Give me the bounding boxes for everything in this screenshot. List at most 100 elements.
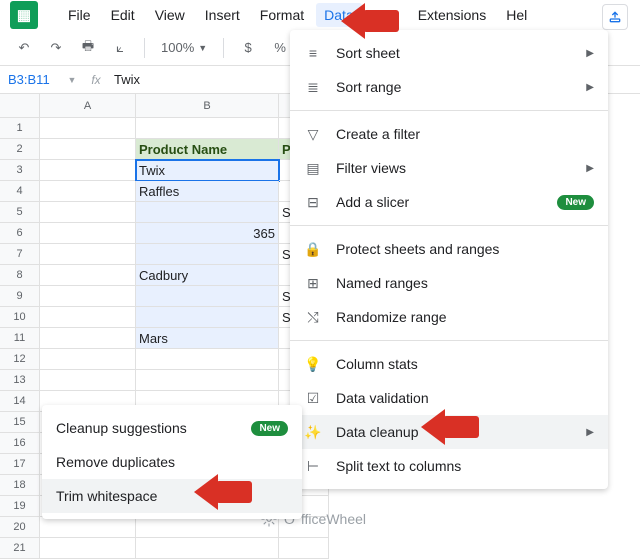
cell[interactable] (40, 328, 136, 349)
formula-bar[interactable]: Twix (108, 72, 140, 87)
menu-edit[interactable]: Edit (103, 3, 143, 27)
cell[interactable] (136, 307, 279, 328)
cell[interactable]: Mars (136, 328, 279, 349)
cell[interactable] (40, 307, 136, 328)
row-header[interactable]: 8 (0, 265, 40, 286)
row-header[interactable]: 5 (0, 202, 40, 223)
validation-icon: ☑ (304, 389, 322, 407)
annotation-arrow (216, 481, 252, 503)
chevron-right-icon: ▶ (586, 48, 594, 59)
mi-split-text[interactable]: ⊢Split text to columns (290, 449, 608, 483)
row-header[interactable]: 21 (0, 538, 40, 559)
named-ranges-icon: ⊞ (304, 274, 322, 292)
menu-view[interactable]: View (147, 3, 193, 27)
name-box[interactable]: B3:B11 (0, 72, 60, 87)
row-header[interactable]: 6 (0, 223, 40, 244)
mi-trim-whitespace[interactable]: Trim whitespace (42, 479, 302, 513)
row-header[interactable]: 20 (0, 517, 40, 538)
chevron-right-icon: ▶ (586, 163, 594, 174)
mi-data-validation[interactable]: ☑Data validation (290, 381, 608, 415)
row-header[interactable]: 19 (0, 496, 40, 517)
mi-named-ranges[interactable]: ⊞Named ranges (290, 266, 608, 300)
mi-sort-range[interactable]: ≣Sort range▶ (290, 70, 608, 104)
cell[interactable] (40, 349, 136, 370)
cell[interactable] (136, 349, 279, 370)
menu-help[interactable]: Hel (498, 3, 535, 27)
cell[interactable] (40, 160, 136, 181)
menu-extensions[interactable]: Extensions (410, 3, 494, 27)
filter-icon: ▽ (304, 125, 322, 143)
mi-create-filter[interactable]: ▽Create a filter (290, 117, 608, 151)
row-header[interactable]: 1 (0, 118, 40, 139)
row-header[interactable]: 12 (0, 349, 40, 370)
cell[interactable] (40, 223, 136, 244)
cleanup-icon: ✨ (304, 423, 322, 441)
cell[interactable] (279, 538, 329, 559)
sheets-logo: ▦ (10, 1, 38, 29)
mi-filter-views[interactable]: ▤Filter views▶ (290, 151, 608, 185)
currency-button[interactable]: $ (236, 36, 260, 60)
menu-format[interactable]: Format (252, 3, 312, 27)
fx-icon: fx (84, 73, 108, 87)
cell[interactable]: Twix (136, 160, 279, 181)
mi-remove-duplicates[interactable]: Remove duplicates (42, 445, 302, 479)
cell[interactable] (136, 202, 279, 223)
cell[interactable] (40, 286, 136, 307)
mi-randomize[interactable]: ⤭Randomize range (290, 300, 608, 334)
row-header[interactable]: 4 (0, 181, 40, 202)
cell[interactable] (136, 286, 279, 307)
share-button[interactable] (602, 4, 628, 30)
undo-button[interactable]: ↶ (12, 36, 36, 60)
cell[interactable]: Cadbury (136, 265, 279, 286)
cell[interactable]: Raffles (136, 181, 279, 202)
mi-add-slicer[interactable]: ⊟Add a slicerNew (290, 185, 608, 219)
filter-views-icon: ▤ (304, 159, 322, 177)
percent-button[interactable]: % (268, 36, 292, 60)
cell[interactable] (40, 370, 136, 391)
cell[interactable] (136, 244, 279, 265)
row-header[interactable]: 7 (0, 244, 40, 265)
column-header[interactable]: A (40, 94, 136, 118)
lightbulb-icon: 💡 (304, 355, 322, 373)
mi-cleanup-suggestions[interactable]: Cleanup suggestionsNew (42, 411, 302, 445)
column-header[interactable]: B (136, 94, 279, 118)
row-header[interactable]: 18 (0, 475, 40, 496)
new-badge: New (251, 421, 288, 436)
name-box-dropdown[interactable]: ▼ (60, 75, 84, 85)
cell[interactable] (40, 517, 136, 538)
row-header[interactable]: 16 (0, 433, 40, 454)
cell[interactable]: Product Name (136, 139, 279, 160)
row-header[interactable]: 9 (0, 286, 40, 307)
mi-column-stats[interactable]: 💡Column stats (290, 347, 608, 381)
data-cleanup-submenu: Cleanup suggestionsNew Remove duplicates… (42, 405, 302, 519)
row-header[interactable]: 10 (0, 307, 40, 328)
paint-format-button[interactable]: ⟀ (108, 36, 132, 60)
cell[interactable] (136, 538, 279, 559)
cell[interactable] (136, 118, 279, 139)
row-header[interactable]: 2 (0, 139, 40, 160)
row-header[interactable]: 11 (0, 328, 40, 349)
new-badge: New (557, 195, 594, 210)
mi-protect[interactable]: 🔒Protect sheets and ranges (290, 232, 608, 266)
menu-insert[interactable]: Insert (197, 3, 248, 27)
cell[interactable] (136, 370, 279, 391)
print-button[interactable]: 🖶 (76, 36, 100, 60)
cell[interactable] (40, 202, 136, 223)
cell[interactable] (40, 181, 136, 202)
cell[interactable] (136, 517, 279, 538)
cell[interactable] (40, 244, 136, 265)
cell[interactable] (40, 265, 136, 286)
cell[interactable] (40, 538, 136, 559)
zoom-select[interactable]: 100%▼ (157, 40, 211, 55)
cell[interactable] (40, 139, 136, 160)
row-header[interactable]: 15 (0, 412, 40, 433)
row-header[interactable]: 14 (0, 391, 40, 412)
cell[interactable] (40, 118, 136, 139)
row-header[interactable]: 13 (0, 370, 40, 391)
row-header[interactable]: 3 (0, 160, 40, 181)
menu-file[interactable]: File (60, 3, 99, 27)
redo-button[interactable]: ↷ (44, 36, 68, 60)
mi-sort-sheet[interactable]: ≡Sort sheet▶ (290, 36, 608, 70)
cell[interactable]: 365 (136, 223, 279, 244)
row-header[interactable]: 17 (0, 454, 40, 475)
